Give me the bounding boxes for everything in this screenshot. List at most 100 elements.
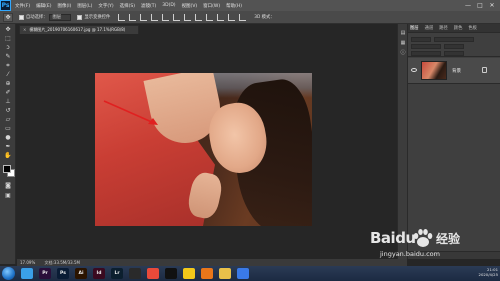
- align-right-icon[interactable]: [173, 13, 181, 21]
- tab-swatches[interactable]: 色板: [468, 25, 477, 31]
- taskbar-ie-icon[interactable]: [21, 268, 33, 279]
- distribute-right-icon[interactable]: [239, 13, 247, 21]
- auto-select-checkbox[interactable]: [19, 14, 24, 20]
- menu-items: 文件(F) 编辑(E) 图像(I) 图层(L) 文字(Y) 选择(S) 滤镜(T…: [15, 3, 248, 9]
- taskbar-lightroom-icon[interactable]: Lr: [111, 268, 123, 279]
- taskbar-chrome-icon[interactable]: [183, 268, 195, 279]
- align-bottom-icon[interactable]: [140, 13, 148, 21]
- taskbar-firefox-icon[interactable]: [201, 268, 213, 279]
- taskbar-app-globe-icon[interactable]: [147, 268, 159, 279]
- distribute-bottom-icon[interactable]: [206, 13, 214, 21]
- auto-select-dropdown[interactable]: 图层: [49, 13, 72, 21]
- zoom-level[interactable]: 17.09%: [20, 260, 35, 265]
- document-tab[interactable]: × 模糊图片_20190706160617.jpg @ 17.1%(RGB/8): [19, 25, 139, 34]
- move-tool-preset-icon[interactable]: ✥: [3, 12, 13, 22]
- layer-filter-row: [411, 36, 497, 42]
- layers-panel: 图层 通道 路径 颜色 色板 背景: [407, 24, 500, 259]
- status-bar: 17.09% 文档:33.5M/33.5M: [17, 259, 407, 266]
- close-button[interactable]: ✕: [486, 2, 498, 9]
- distribute-top-icon[interactable]: [184, 13, 192, 21]
- layer-filter-icons[interactable]: [434, 36, 474, 42]
- panel-icon-strip: ▤ ▦ ⓘ: [397, 24, 407, 259]
- clone-stamp-tool-icon[interactable]: ⊥: [3, 98, 13, 106]
- layer-name[interactable]: 背景: [452, 68, 461, 74]
- align-left-icon[interactable]: [151, 13, 159, 21]
- history-panel-icon[interactable]: ▤: [400, 30, 406, 36]
- taskbar-qq-icon[interactable]: [165, 268, 177, 279]
- pen-tool-icon[interactable]: ✒: [3, 143, 13, 151]
- menu-image[interactable]: 图像(I): [57, 3, 71, 9]
- minimize-button[interactable]: —: [462, 2, 474, 9]
- align-middle-icon[interactable]: [129, 13, 137, 21]
- menu-view[interactable]: 视图(V): [182, 3, 198, 9]
- gradient-tool-icon[interactable]: ▭: [3, 125, 13, 133]
- close-tab-icon[interactable]: ×: [23, 27, 26, 32]
- menu-help[interactable]: 帮助(H): [226, 3, 242, 9]
- taskbar-premiere-icon[interactable]: Pr: [39, 268, 51, 279]
- brush-tool-icon[interactable]: ✐: [3, 89, 13, 97]
- blend-mode-dropdown[interactable]: [411, 43, 441, 49]
- screen-mode-icon[interactable]: ▣: [3, 192, 13, 200]
- quick-mask-icon[interactable]: ◙: [3, 182, 13, 190]
- align-icons: [118, 13, 250, 21]
- taskbar-illustrator-icon[interactable]: Ai: [75, 268, 87, 279]
- marquee-tool-icon[interactable]: ⬚: [3, 35, 13, 43]
- hand-tool-icon[interactable]: ✋: [3, 152, 13, 160]
- menu-layer[interactable]: 图层(L): [77, 3, 92, 9]
- eyedropper-tool-icon[interactable]: ⁄: [3, 71, 13, 79]
- taskbar-media-icon[interactable]: [129, 268, 141, 279]
- distribute-middle-icon[interactable]: [195, 13, 203, 21]
- photoshop-logo: Ps: [0, 0, 11, 11]
- canvas-area[interactable]: [17, 34, 397, 260]
- align-top-icon[interactable]: [118, 13, 126, 21]
- menu-edit[interactable]: 编辑(E): [36, 3, 51, 9]
- move-tool-icon[interactable]: ✥: [3, 26, 13, 34]
- dodge-tool-icon[interactable]: ●: [3, 134, 13, 142]
- menu-type[interactable]: 文字(Y): [98, 3, 113, 9]
- taskbar-photoshop-icon[interactable]: Ps: [57, 268, 69, 279]
- lock-icons[interactable]: [411, 50, 441, 56]
- menu-file[interactable]: 文件(F): [15, 3, 30, 9]
- layer-filter-dropdown[interactable]: [411, 36, 431, 42]
- eraser-tool-icon[interactable]: ▱: [3, 116, 13, 124]
- document-title: 模糊图片_20190706160617.jpg @ 17.1%(RGB/8): [29, 27, 126, 32]
- red-arrow-annotation: [103, 100, 158, 125]
- photo-canvas[interactable]: [95, 73, 312, 226]
- opacity-field[interactable]: [444, 43, 464, 49]
- distribute-left-icon[interactable]: [217, 13, 225, 21]
- taskbar-explorer-icon[interactable]: [219, 268, 231, 279]
- watermark-logo-text: Baidu: [370, 229, 416, 247]
- layer-row[interactable]: 背景: [408, 58, 500, 84]
- options-bar: ✥ 自动选择： 图层 显示变换控件 3D 模式：: [0, 11, 500, 24]
- menu-select[interactable]: 选择(S): [120, 3, 135, 9]
- tab-color[interactable]: 颜色: [454, 25, 463, 31]
- info-panel-icon[interactable]: ⓘ: [400, 50, 406, 56]
- mode-3d-label: 3D 模式：: [254, 15, 275, 20]
- eye-icon[interactable]: [411, 68, 417, 72]
- taskbar: Pr Ps Ai Id Lr 21:01 2020/4/25: [0, 266, 500, 281]
- tab-paths[interactable]: 路径: [439, 25, 448, 31]
- tab-channels[interactable]: 通道: [425, 25, 434, 31]
- healing-brush-tool-icon[interactable]: ⊕: [3, 80, 13, 88]
- align-center-icon[interactable]: [162, 13, 170, 21]
- menu-window[interactable]: 窗口(W): [203, 3, 220, 9]
- fill-field[interactable]: [444, 50, 464, 56]
- crop-tool-icon[interactable]: ⌗: [3, 62, 13, 70]
- history-brush-tool-icon[interactable]: ↺: [3, 107, 13, 115]
- taskbar-indesign-icon[interactable]: Id: [93, 268, 105, 279]
- tab-layers[interactable]: 图层: [410, 25, 419, 31]
- show-transform-checkbox[interactable]: [77, 14, 83, 20]
- quick-select-tool-icon[interactable]: ✎: [3, 53, 13, 61]
- system-clock[interactable]: 21:01 2020/4/25: [479, 267, 498, 277]
- maximize-button[interactable]: □: [474, 2, 486, 9]
- watermark-cn-text: 经验: [436, 232, 461, 246]
- menu-3d[interactable]: 3D(D): [162, 3, 175, 9]
- lasso-tool-icon[interactable]: ↄ: [3, 44, 13, 52]
- menu-filter[interactable]: 滤镜(T): [141, 3, 156, 9]
- blend-mode-row: [411, 43, 497, 49]
- taskbar-app-blue-icon[interactable]: [237, 268, 249, 279]
- start-button[interactable]: [2, 267, 15, 280]
- properties-panel-icon[interactable]: ▦: [400, 40, 406, 46]
- foreground-color-swatch[interactable]: [3, 165, 11, 173]
- distribute-center-icon[interactable]: [228, 13, 236, 21]
